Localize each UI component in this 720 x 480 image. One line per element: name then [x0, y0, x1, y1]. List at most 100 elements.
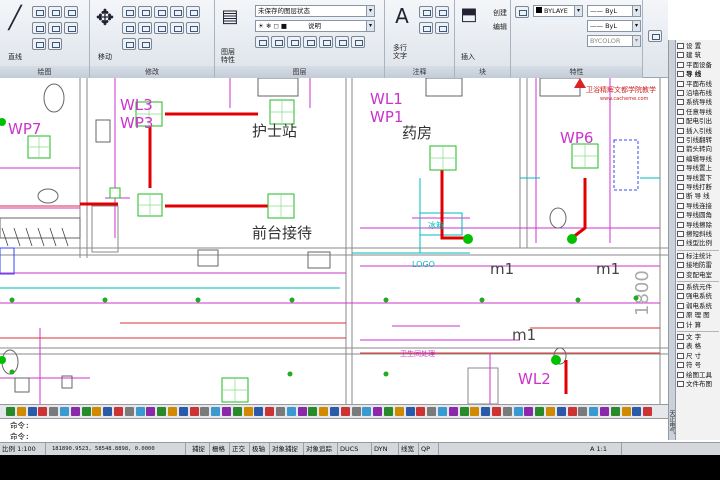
palette-item[interactable]: 导线连接 [677, 202, 720, 211]
erase-icon[interactable] [170, 22, 184, 34]
toolbar-tool-icon[interactable] [481, 407, 491, 416]
palette-item[interactable]: 强电系统 [677, 292, 720, 301]
status-toggle-button[interactable]: DYN [372, 443, 399, 455]
palette-item[interactable]: 绘图工具 [677, 371, 720, 380]
toolbar-tool-icon[interactable] [297, 407, 307, 416]
toolbar-tool-icon[interactable] [60, 407, 69, 416]
spline-icon[interactable] [32, 38, 46, 50]
move-tool-icon[interactable]: ✥ [94, 6, 116, 31]
palette-item[interactable]: 沿墙布线 [677, 89, 720, 98]
palette-item[interactable]: 导线擦除 [677, 221, 720, 230]
toolbar-tool-icon[interactable] [470, 407, 480, 416]
toolbar-tool-icon[interactable] [200, 407, 210, 416]
layer-tool-icon[interactable] [303, 36, 317, 48]
palette-item[interactable]: 导线置下 [677, 174, 720, 183]
palette-item[interactable]: 弱电系统 [677, 302, 720, 311]
palette-item[interactable]: 符 号 [677, 361, 720, 370]
command-input-line[interactable]: 命令: [10, 431, 30, 442]
toolbar-tool-icon[interactable] [502, 407, 512, 416]
status-toggle-button[interactable]: 对象追踪 [304, 443, 338, 455]
toolbar-tool-icon[interactable] [340, 407, 350, 416]
toolbar-tool-icon[interactable] [448, 407, 458, 416]
region-icon[interactable] [48, 38, 62, 50]
palette-item[interactable]: 擦短斜线 [677, 230, 720, 239]
palette-item[interactable]: 导线打断 [677, 183, 720, 192]
palette-item[interactable]: 文件布图 [677, 380, 720, 389]
toolbar-tool-icon[interactable] [578, 407, 588, 416]
command-line-area[interactable]: 命令: 命令: [0, 418, 668, 442]
toolbar-tool-icon[interactable] [16, 407, 26, 416]
palette-drag-bar[interactable] [669, 40, 676, 440]
toolbar-tool-icon[interactable] [384, 407, 393, 416]
layer-tool-icon[interactable] [351, 36, 365, 48]
toolbar-tool-icon[interactable] [157, 407, 167, 416]
layer-tool-icon[interactable] [335, 36, 349, 48]
toolbar-tool-icon[interactable] [492, 407, 501, 416]
layer-properties-icon[interactable]: ▤ [219, 6, 241, 27]
toolbar-tool-icon[interactable] [114, 407, 123, 416]
palette-item[interactable]: 表 格 [677, 342, 720, 351]
layer-tool-icon[interactable] [287, 36, 301, 48]
palette-item[interactable]: 平面布线 [677, 80, 720, 89]
palette-item[interactable]: 导线置上 [677, 164, 720, 173]
palette-item[interactable]: 任意导线 [677, 108, 720, 117]
create-block-label[interactable]: 创建 [493, 8, 507, 18]
palette-item[interactable]: 配电引出 [677, 117, 720, 126]
toolbar-tool-icon[interactable] [524, 407, 534, 416]
circle-icon[interactable] [48, 6, 62, 18]
status-toggle-button[interactable]: 极轴 [250, 443, 270, 455]
toolbar-tool-icon[interactable] [373, 407, 383, 416]
palette-item[interactable]: 文 字 [677, 333, 720, 342]
palette-item[interactable]: 导 线 [677, 70, 720, 79]
color-combo[interactable]: BYLAYE ▾ [533, 5, 583, 17]
toolbar-tool-icon[interactable] [265, 407, 275, 416]
toolbar-tool-icon[interactable] [276, 407, 285, 416]
toolbar-tool-icon[interactable] [546, 407, 555, 416]
insert-block-icon[interactable]: ⬒ [459, 4, 479, 25]
layer-state-combo[interactable]: 未保存的图层状态 ▾ [255, 5, 375, 17]
plot-style-combo[interactable]: BYCOLOR ▾ [587, 35, 641, 47]
copy-icon[interactable] [154, 6, 168, 18]
explode-icon[interactable] [186, 22, 200, 34]
toolbar-tool-icon[interactable] [243, 407, 253, 416]
polyline-icon[interactable] [32, 6, 46, 18]
edit-block-label[interactable]: 编辑 [493, 22, 507, 32]
toolbar-tool-icon[interactable] [351, 407, 361, 416]
palette-item[interactable]: 标注统计 [677, 252, 720, 261]
toolbar-tool-icon[interactable] [232, 407, 242, 416]
ellipse-icon[interactable] [48, 22, 62, 34]
toolbar-tool-icon[interactable] [556, 407, 566, 416]
layer-tool-icon[interactable] [319, 36, 333, 48]
palette-item[interactable]: 计 算 [677, 321, 720, 330]
hatch-icon[interactable] [64, 22, 78, 34]
toolbar-tool-icon[interactable] [459, 407, 469, 416]
status-toggle-button[interactable]: 栅格 [210, 443, 230, 455]
palette-item[interactable]: 平面设备 [677, 61, 720, 70]
toolbar-tool-icon[interactable] [222, 407, 231, 416]
toolbar-tool-icon[interactable] [513, 407, 523, 416]
toolbar-tool-icon[interactable] [405, 407, 415, 416]
toolbar-tool-icon[interactable] [362, 407, 372, 416]
toolbar-tool-icon[interactable] [416, 407, 426, 416]
array-icon[interactable] [154, 22, 168, 34]
palette-item[interactable]: 接地防雷 [677, 261, 720, 270]
palette-item[interactable]: 线型比例 [677, 239, 720, 248]
text-style-icon[interactable] [419, 6, 433, 18]
layer-tool-icon[interactable] [271, 36, 285, 48]
toolbar-tool-icon[interactable] [189, 407, 199, 416]
trim-icon[interactable] [138, 6, 152, 18]
toolbar-tool-icon[interactable] [632, 407, 642, 416]
toolbar-tool-icon[interactable] [103, 407, 113, 416]
toolbar-tool-icon[interactable] [286, 407, 296, 416]
toolbar-tool-icon[interactable] [438, 407, 447, 416]
leader-icon[interactable] [419, 22, 433, 34]
palette-item[interactable]: 原 理 图 [677, 311, 720, 320]
toolbar-tool-icon[interactable] [38, 407, 48, 416]
palette-item[interactable]: 导线圆角 [677, 211, 720, 220]
toolbar-tool-icon[interactable] [81, 407, 91, 416]
toolbar-tool-icon[interactable] [92, 407, 102, 416]
palette-item[interactable]: 建 筑 [677, 51, 720, 60]
table-icon[interactable] [435, 22, 449, 34]
drawing-canvas[interactable]: 1800 WP7 WL3 WP3 WL1 WP1 WP6 WL2 m1 m1 m… [0, 78, 668, 404]
scale-indicator[interactable]: 比例 1:100 [0, 443, 46, 455]
